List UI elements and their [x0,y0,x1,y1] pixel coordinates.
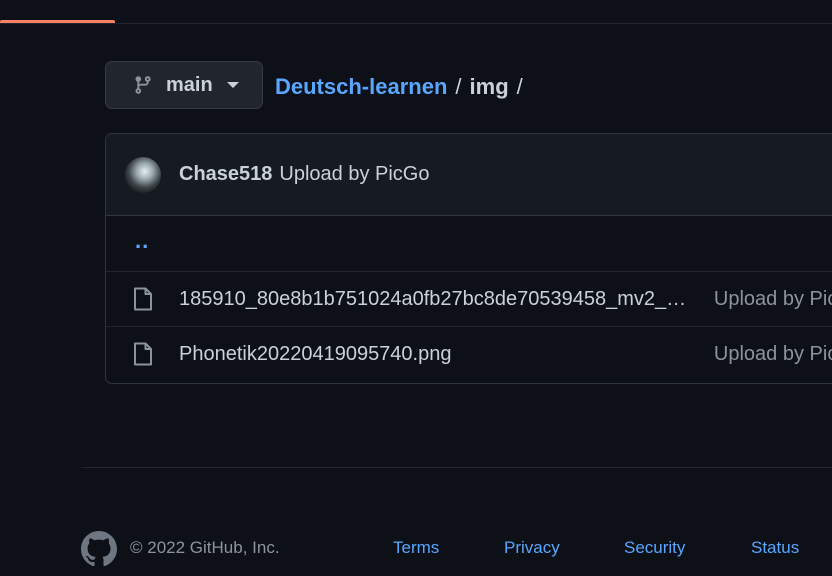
caret-down-icon [226,82,239,88]
footer-link-terms[interactable]: Terms [393,538,439,558]
file-list: Chase518 Upload by PicGo .. 185910_80e8b… [105,133,832,384]
footer-link-security[interactable]: Security [624,538,685,558]
active-tab-underline [0,20,115,23]
breadcrumb: Deutsch-learnen / img / [275,72,531,102]
avatar[interactable] [125,156,161,193]
file-row[interactable]: Phonetik20220419095740.png Upload by Pic… [106,326,832,381]
file-name-link[interactable]: 185910_80e8b1b751024a0fb27bc8de70539458_… [179,288,694,311]
breadcrumb-separator: / [455,74,462,99]
footer-link-privacy[interactable]: Privacy [504,538,560,558]
file-commit-message-link[interactable]: Upload by PicGo [714,343,832,366]
commit-author-link[interactable]: Chase518 [179,163,272,186]
repo-directory-page: main Deutsch-learnen / img / Chase518 Up… [0,0,832,576]
branch-select-button[interactable]: main [105,61,263,109]
file-icon [133,342,153,366]
branch-name: main [166,73,213,96]
github-mark-icon[interactable] [81,531,117,567]
repo-nav [0,0,832,24]
breadcrumb-repo-link[interactable]: Deutsch-learnen [275,74,447,100]
file-icon [133,287,153,311]
footer-link-status[interactable]: Status [751,538,799,558]
footer-copyright: © 2022 GitHub, Inc. [130,538,280,557]
git-branch-icon [133,75,153,95]
file-row[interactable]: 185910_80e8b1b751024a0fb27bc8de70539458_… [106,271,832,326]
parent-directory-row[interactable]: .. [106,216,832,271]
parent-directory-link[interactable]: .. [135,228,149,254]
breadcrumb-current-dir: img [469,74,509,99]
breadcrumb-trailing-separator: / [516,74,523,99]
commit-message-link[interactable]: Upload by PicGo [279,163,429,186]
footer-divider [81,467,832,468]
file-commit-message-link[interactable]: Upload by PicGo [714,288,832,311]
file-name-link[interactable]: Phonetik20220419095740.png [179,343,694,366]
latest-commit-bar: Chase518 Upload by PicGo [106,134,832,216]
